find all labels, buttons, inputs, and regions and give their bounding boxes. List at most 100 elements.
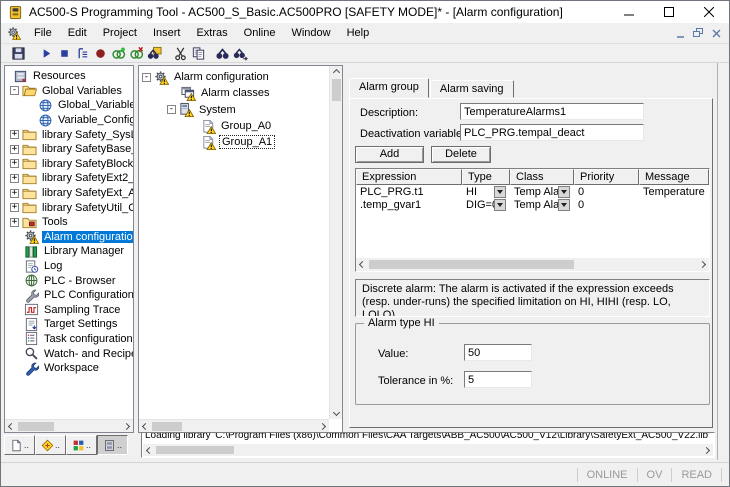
menu-file[interactable]: File xyxy=(26,25,60,41)
tree-item-library-safety-syslib[interactable]: +library Safety_SysLibT xyxy=(5,127,133,142)
tab-data-types[interactable]: .. xyxy=(35,435,66,455)
scroll-thumb[interactable] xyxy=(332,79,341,101)
tree-item-global-variables-obj[interactable]: Global_Variables xyxy=(5,98,133,113)
tree-item-watch-recipe-manager[interactable]: Watch- and Recipe M xyxy=(5,346,133,361)
tree-item-system[interactable]: -System xyxy=(139,102,342,118)
scroll-right-icon[interactable] xyxy=(700,444,713,456)
mdi-close-button[interactable] xyxy=(709,27,723,39)
minimize-button[interactable] xyxy=(609,1,649,23)
column-message[interactable]: Message xyxy=(639,169,709,185)
tree-item-group-a1[interactable]: Group_A1 xyxy=(139,134,342,150)
scroll-right-icon[interactable] xyxy=(316,420,329,433)
run-button[interactable] xyxy=(37,44,55,62)
column-expression[interactable]: Expression xyxy=(356,169,462,185)
expand-toggle[interactable]: + xyxy=(10,174,19,183)
table-row[interactable]: PLC_PRG.t1 HI Temp Alarm 0 Temperature t… xyxy=(356,185,709,199)
menu-insert[interactable]: Insert xyxy=(145,25,189,41)
tree-item-target-settings[interactable]: Target Settings xyxy=(5,317,133,332)
toggle-breakpoint-button[interactable] xyxy=(91,44,109,62)
type-dropdown-button[interactable] xyxy=(494,199,506,211)
class-dropdown-button[interactable] xyxy=(558,186,570,198)
menu-online[interactable]: Online xyxy=(236,25,284,41)
tree-item-alarm-configuration[interactable]: Alarm configuration xyxy=(5,230,133,245)
tree-item-library-safetyext[interactable]: +library SafetyExt_AC5 xyxy=(5,186,133,201)
copy-button[interactable] xyxy=(189,44,207,62)
expand-toggle[interactable]: + xyxy=(10,203,19,212)
tree-item-global-variables[interactable]: -Global Variables xyxy=(5,84,133,99)
scroll-down-icon[interactable] xyxy=(330,406,343,419)
expand-toggle[interactable]: + xyxy=(10,159,19,168)
tree-item-workspace[interactable]: Workspace xyxy=(5,361,133,376)
menu-edit[interactable]: Edit xyxy=(60,25,95,41)
tolerance-input[interactable] xyxy=(464,371,532,388)
collapse-toggle[interactable]: - xyxy=(10,86,19,95)
tree-item-tools[interactable]: +Tools xyxy=(5,215,133,230)
table-hscrollbar[interactable] xyxy=(356,258,709,271)
column-priority[interactable]: Priority xyxy=(574,169,639,185)
class-dropdown-button[interactable] xyxy=(558,199,570,211)
table-row[interactable]: .temp_gvar1 DIG=0 Temp Alarm 0 xyxy=(356,199,709,213)
scroll-right-icon[interactable] xyxy=(696,258,709,271)
stop-button[interactable] xyxy=(55,44,73,62)
tree-item-library-safetyutil[interactable]: +library SafetyUtil_CoD xyxy=(5,200,133,215)
tree-item-plc-browser[interactable]: PLC - Browser xyxy=(5,273,133,288)
save-button[interactable] xyxy=(9,44,27,62)
scroll-right-icon[interactable] xyxy=(120,420,133,433)
menu-help[interactable]: Help xyxy=(339,25,378,41)
tree-item-library-safetyext2[interactable]: +library SafetyExt2_LV xyxy=(5,171,133,186)
single-cycle-button[interactable] xyxy=(73,44,91,62)
scroll-left-icon[interactable] xyxy=(143,444,156,456)
type-dropdown-button[interactable] xyxy=(494,186,506,198)
tree-item-library-safetybase[interactable]: +library SafetyBase_PF xyxy=(5,142,133,157)
scroll-left-icon[interactable] xyxy=(5,420,18,433)
mdi-restore-button[interactable] xyxy=(691,27,705,39)
column-type[interactable]: Type xyxy=(462,169,510,185)
scroll-left-icon[interactable] xyxy=(139,420,152,433)
tree-item-sampling-trace[interactable]: Sampling Trace xyxy=(5,303,133,318)
tree-item-task-configuration[interactable]: Task configuration xyxy=(5,332,133,347)
logout-button[interactable] xyxy=(127,44,145,62)
tab-alarm-group[interactable]: Alarm group xyxy=(349,78,429,98)
search-button[interactable] xyxy=(213,44,231,62)
message-hscrollbar[interactable] xyxy=(143,444,713,456)
search-next-button[interactable] xyxy=(231,44,249,62)
scroll-thumb[interactable] xyxy=(156,446,234,454)
scroll-thumb[interactable] xyxy=(152,422,182,431)
expand-toggle[interactable]: + xyxy=(10,130,19,139)
scroll-thumb[interactable] xyxy=(18,422,54,431)
menu-project[interactable]: Project xyxy=(95,25,145,41)
tab-alarm-saving[interactable]: Alarm saving xyxy=(430,80,514,98)
scroll-left-icon[interactable] xyxy=(356,258,369,271)
tree-item-group-a0[interactable]: Group_A0 xyxy=(139,118,342,134)
column-class[interactable]: Class xyxy=(510,169,574,185)
tree-item-log[interactable]: Log xyxy=(5,259,133,274)
menu-window[interactable]: Window xyxy=(283,25,338,41)
tab-pous[interactable]: .. xyxy=(4,435,35,455)
description-input[interactable] xyxy=(460,103,644,120)
tree-item-variable-configuration[interactable]: Variable_Configur xyxy=(5,113,133,128)
scroll-up-icon[interactable] xyxy=(330,66,343,79)
alarm-tree-hscrollbar[interactable] xyxy=(139,419,329,432)
alarm-tree-vscrollbar[interactable] xyxy=(329,66,342,419)
tree-item-library-manager[interactable]: Library Manager xyxy=(5,244,133,259)
close-button[interactable] xyxy=(689,1,729,23)
expand-toggle[interactable]: + xyxy=(10,145,19,154)
tree-item-library-safetyblocks[interactable]: +library SafetyBlocks_F xyxy=(5,157,133,172)
expand-toggle[interactable]: + xyxy=(10,189,19,198)
expand-toggle[interactable]: + xyxy=(10,218,19,227)
menu-extras[interactable]: Extras xyxy=(188,25,235,41)
scroll-thumb[interactable] xyxy=(369,260,574,269)
tab-visualizations[interactable]: .. xyxy=(66,435,97,455)
global-search-button[interactable] xyxy=(145,44,163,62)
cut-button[interactable] xyxy=(171,44,189,62)
collapse-toggle[interactable]: - xyxy=(142,73,151,82)
tree-item-resources[interactable]: Resources xyxy=(5,69,133,84)
delete-button[interactable]: Delete xyxy=(431,146,491,163)
maximize-button[interactable] xyxy=(649,1,689,23)
value-input[interactable] xyxy=(464,344,532,361)
tree-item-alarm-classes[interactable]: Alarm classes xyxy=(139,85,342,101)
add-button[interactable]: Add xyxy=(355,146,424,163)
collapse-toggle[interactable]: - xyxy=(167,105,176,114)
tab-resources[interactable]: .. xyxy=(97,435,128,455)
resources-hscrollbar[interactable] xyxy=(5,419,133,432)
